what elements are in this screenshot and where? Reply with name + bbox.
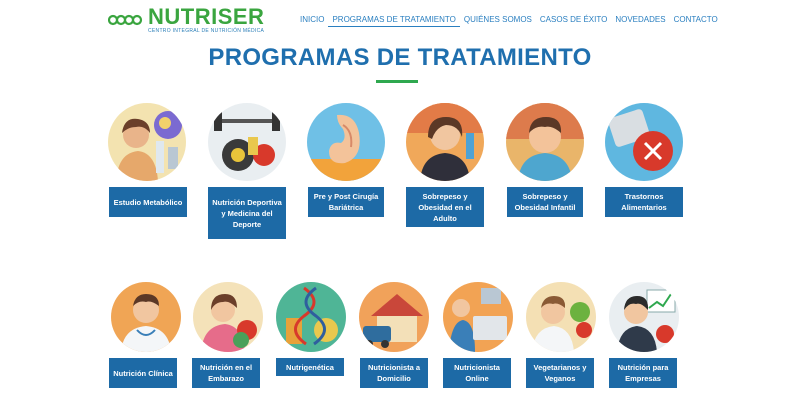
logo-mark-icon [108, 14, 143, 26]
adult-overweight-icon[interactable] [406, 103, 484, 181]
program-button-trastornos-alimentarios[interactable]: Trastornos Alimentarios [605, 187, 683, 217]
program-button-nutricion-empresas[interactable]: Nutrición para Empresas [609, 358, 677, 388]
pregnancy-nutrition-icon[interactable] [193, 282, 263, 352]
program-button-nutricion-deportiva[interactable]: Nutrición Deportiva y Medicina del Depor… [208, 187, 286, 239]
nav-item-inicio[interactable]: INICIO [296, 14, 328, 27]
vegetarian-vegan-icon[interactable] [526, 282, 596, 352]
nav-item-quienes-somos[interactable]: QUIÉNES SOMOS [460, 14, 536, 27]
program-button-sobrepeso-adulto[interactable]: Sobrepeso y Obesidad en el Adulto [406, 187, 484, 227]
nav-item-novedades[interactable]: NOVEDADES [611, 14, 669, 27]
program-button-nutricion-clinica[interactable]: Nutrición Clínica [109, 358, 177, 388]
brand-name: NUTRISER [148, 4, 265, 29]
bariatric-surgery-icon[interactable] [307, 103, 385, 181]
nav-item-programas[interactable]: PROGRAMAS DE TRATAMIENTO [328, 14, 460, 27]
sports-nutrition-icon[interactable] [208, 103, 286, 181]
program-button-nutricionista-domicilio[interactable]: Nutricionista a Domicilio [360, 358, 428, 388]
program-button-cirugia-bariatrica[interactable]: Pre y Post Cirugía Bariátrica [308, 187, 384, 217]
clinical-nutrition-icon[interactable] [111, 282, 181, 352]
program-button-sobrepeso-infantil[interactable]: Sobrepeso y Obesidad Infantil [507, 187, 583, 217]
program-button-nutricionista-online[interactable]: Nutricionista Online [443, 358, 511, 388]
program-button-nutricion-embarazo[interactable]: Nutrición en el Embarazo [192, 358, 260, 388]
home-nutritionist-icon[interactable] [359, 282, 429, 352]
online-nutritionist-icon[interactable] [443, 282, 513, 352]
brand-tagline: CENTRO INTEGRAL DE NUTRICIÓN MÉDICA [148, 28, 265, 34]
brand-logo[interactable]: NUTRISER CENTRO INTEGRAL DE NUTRICIÓN MÉ… [108, 6, 268, 36]
main-nav: INICIO PROGRAMAS DE TRATAMIENTO QUIÉNES … [296, 14, 722, 27]
title-underline [376, 80, 418, 83]
program-button-vegetarianos-veganos[interactable]: Vegetarianos y Veganos [526, 358, 594, 388]
metabolic-study-icon[interactable] [108, 103, 186, 181]
child-overweight-icon[interactable] [506, 103, 584, 181]
site-header: NUTRISER CENTRO INTEGRAL DE NUTRICIÓN MÉ… [0, 0, 800, 40]
corporate-nutrition-icon[interactable] [609, 282, 679, 352]
nav-item-contacto[interactable]: CONTACTO [670, 14, 722, 27]
nav-item-casos-de-exito[interactable]: CASOS DE ÉXITO [536, 14, 611, 27]
eating-disorders-icon[interactable] [605, 103, 683, 181]
program-button-nutrigenetica[interactable]: Nutrigenética [276, 358, 344, 376]
nutrigenetics-icon[interactable] [276, 282, 346, 352]
page-title: PROGRAMAS DE TRATAMIENTO [208, 44, 592, 71]
program-button-estudio-metabolico[interactable]: Estudio Metabólico [109, 187, 187, 217]
